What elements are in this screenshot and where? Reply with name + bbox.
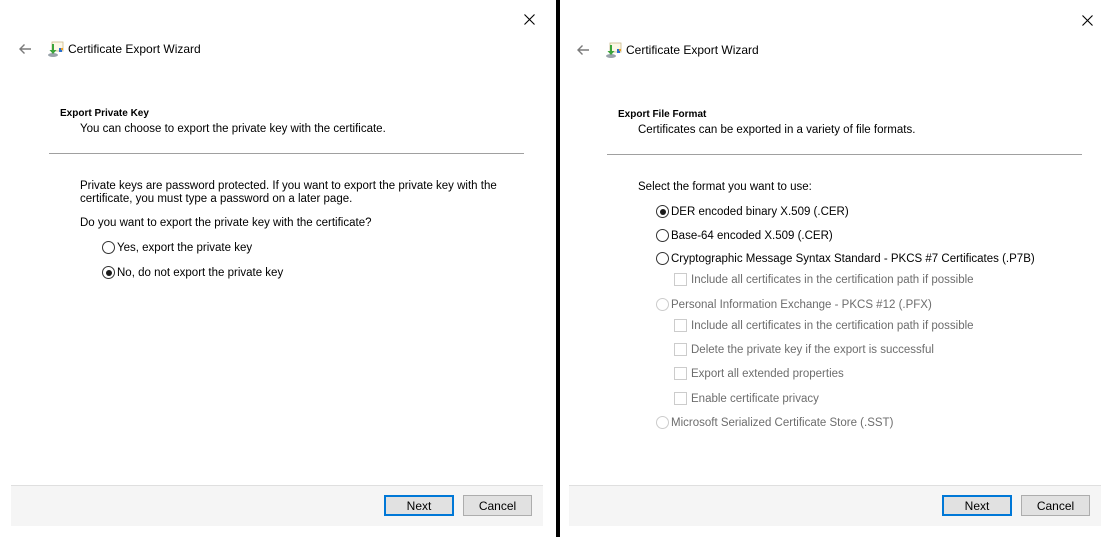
cancel-button[interactable]: Cancel (463, 495, 532, 516)
header-divider (49, 153, 524, 154)
format-prompt: Select the format you want to use: (638, 181, 812, 193)
page-heading: Export File Format (618, 109, 707, 120)
header-divider (607, 154, 1082, 155)
wizard-title: Certificate Export Wizard (626, 43, 759, 57)
radio-label: Personal Information Exchange - PKCS #12… (671, 298, 932, 311)
checkbox-label: Include all certificates in the certific… (691, 319, 974, 332)
close-icon (523, 13, 535, 25)
checkbox[interactable] (674, 392, 687, 405)
radio-button-disabled[interactable] (656, 416, 669, 429)
page-description: Certificates can be exported in a variet… (638, 124, 916, 136)
radio-format-der[interactable]: DER encoded binary X.509 (.CER) (656, 205, 849, 218)
close-button[interactable] (1076, 10, 1098, 30)
wizard-title: Certificate Export Wizard (68, 42, 201, 56)
cancel-button[interactable]: Cancel (1021, 495, 1090, 516)
back-arrow-icon (577, 45, 589, 55)
page-heading: Export Private Key (60, 108, 149, 119)
radio-format-p7b[interactable]: Cryptographic Message Syntax Standard - … (656, 252, 1035, 265)
close-icon (1081, 14, 1093, 26)
radio-button[interactable] (656, 229, 669, 242)
radio-label: Yes, export the private key (117, 241, 253, 254)
checkbox[interactable] (674, 367, 687, 380)
radio-label: Cryptographic Message Syntax Standard - … (671, 252, 1035, 265)
page-description: You can choose to export the private key… (80, 123, 386, 135)
checkbox-pfx-export-extended[interactable]: Export all extended properties (674, 367, 844, 380)
checkbox-label: Export all extended properties (691, 367, 844, 380)
radio-format-pfx[interactable]: Personal Information Exchange - PKCS #12… (656, 298, 932, 311)
radio-label: No, do not export the private key (117, 266, 284, 279)
radio-button-selected[interactable] (656, 205, 669, 218)
radio-button-disabled[interactable] (656, 298, 669, 311)
next-button[interactable]: Next (384, 495, 454, 516)
info-text-line1: Private keys are password protected. If … (80, 180, 497, 192)
back-arrow-icon (19, 44, 31, 54)
wizard-footer: Next Cancel (569, 485, 1101, 526)
checkbox-label: Include all certificates in the certific… (691, 273, 974, 286)
close-button[interactable] (518, 9, 540, 29)
radio-label: Microsoft Serialized Certificate Store (… (671, 416, 894, 429)
checkbox-pfx-enable-privacy[interactable]: Enable certificate privacy (674, 392, 819, 405)
radio-label: Base-64 encoded X.509 (.CER) (671, 229, 833, 242)
radio-format-sst[interactable]: Microsoft Serialized Certificate Store (… (656, 416, 893, 429)
radio-button[interactable] (656, 252, 669, 265)
back-button[interactable] (574, 42, 592, 58)
checkbox-pfx-include-path[interactable]: Include all certificates in the certific… (674, 319, 974, 332)
next-button[interactable]: Next (942, 495, 1012, 516)
radio-label: DER encoded binary X.509 (.CER) (671, 205, 849, 218)
checkbox-label: Enable certificate privacy (691, 392, 819, 405)
radio-format-base64[interactable]: Base-64 encoded X.509 (.CER) (656, 229, 833, 242)
wizard-window-export-file-format: Certificate Export Wizard Export File Fo… (560, 0, 1111, 537)
checkbox-label: Delete the private key if the export is … (691, 343, 934, 356)
radio-button[interactable] (102, 241, 115, 254)
back-button[interactable] (16, 41, 34, 57)
radio-button-selected[interactable] (102, 266, 115, 279)
checkbox-pfx-delete-key[interactable]: Delete the private key if the export is … (674, 343, 934, 356)
question-text: Do you want to export the private key wi… (80, 217, 372, 229)
titlebar: Certificate Export Wizard (0, 40, 556, 60)
radio-yes-export-private-key[interactable]: Yes, export the private key (102, 241, 252, 254)
wizard-footer: Next Cancel (11, 485, 543, 526)
certificate-wizard-icon (48, 41, 64, 57)
wizard-window-export-private-key: Certificate Export Wizard Export Private… (0, 0, 556, 537)
checkbox-p7b-include-path[interactable]: Include all certificates in the certific… (674, 273, 974, 286)
checkbox[interactable] (674, 273, 687, 286)
certificate-wizard-icon (606, 42, 622, 58)
checkbox[interactable] (674, 319, 687, 332)
titlebar: Certificate Export Wizard (560, 41, 1111, 61)
checkbox[interactable] (674, 343, 687, 356)
radio-no-export-private-key[interactable]: No, do not export the private key (102, 266, 283, 279)
info-text-line2: certificate, you must type a password on… (80, 193, 353, 205)
